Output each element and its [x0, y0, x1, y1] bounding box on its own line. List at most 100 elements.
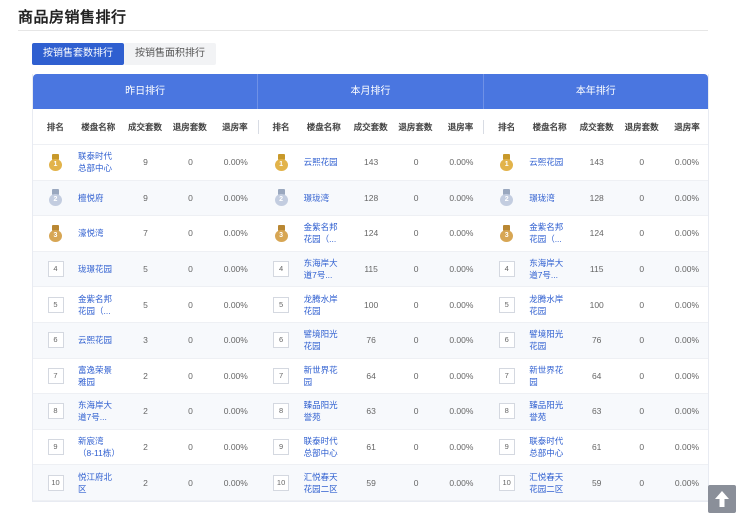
deals-count: 115 — [589, 264, 604, 275]
project-name-link[interactable]: 汇悦春天花园二区 — [304, 465, 349, 500]
rank-number: 8 — [498, 403, 515, 420]
project-name-link[interactable]: 云熙花园 — [78, 323, 123, 358]
project-name-link[interactable]: 龙腾水岸花园 — [304, 287, 349, 322]
project-name-link[interactable]: 东海岸大道7号... — [529, 252, 574, 287]
project-name-link[interactable]: 金紫名邦花园（... — [529, 216, 574, 251]
return-rate: 0.00% — [223, 370, 248, 381]
rank-number: 5 — [273, 296, 290, 313]
deals-count: 3 — [143, 335, 148, 346]
deals-count: 115 — [364, 264, 378, 275]
returns-count: 0 — [413, 442, 419, 453]
project-name-link[interactable]: 悦江府北区 — [78, 465, 123, 500]
return-rate: 0.00% — [223, 406, 248, 417]
row-section: 8 臻品阳光誉苑 63 0 0.00% — [259, 394, 485, 429]
rank-cell: 9 — [484, 430, 529, 465]
return-rate: 0.00% — [674, 299, 700, 310]
table-row: 8 东海岸大道7号... 2 0 0.00% 8 臻品阳光誉苑 63 0 0.00% 8 臻品阳光誉苑… — [33, 394, 708, 430]
rank-cell: 5 — [484, 287, 529, 322]
row-section: 6 譬境阳光花园 76 0 0.00% — [484, 323, 710, 358]
return-rate: 0.00% — [223, 157, 248, 168]
rank-cell: 9 — [259, 430, 304, 465]
rank-number: 10 — [47, 474, 64, 491]
table-row: 6 云熙花园 3 0 0.00% 6 譬境阳光花园 76 0 0.00% 6 譬境阳光花园 76 0 0.0… — [33, 322, 710, 359]
arrow-up-icon — [715, 491, 729, 507]
rank-cell: 2 — [33, 181, 78, 216]
deals-count: 63 — [366, 406, 376, 417]
returns-count: 0 — [188, 228, 193, 239]
deals-count: 59 — [366, 477, 376, 488]
rank-number: 9 — [498, 439, 515, 456]
deals-count: 2 — [143, 370, 148, 381]
rank-number: 7 — [498, 367, 515, 384]
deals-count: 124 — [364, 228, 379, 239]
return-rate: 0.00% — [223, 335, 248, 346]
project-name-link[interactable]: 璟珑湾 — [529, 181, 574, 216]
project-name-link[interactable]: 新宸湾（8-11栋） — [78, 430, 123, 465]
row-section: 4 珑璟花园 5 0 0.00% — [33, 252, 259, 287]
table-row: 2 檀悦府 9 0 0.00% 2 璟珑湾 128 0 0.00% 2 璟珑湾 128 0 0.00% — [33, 180, 708, 217]
rank-cell: 3 — [33, 216, 78, 251]
row-section: 5 龙腾水岸花园 100 0 0.00% — [259, 287, 485, 322]
project-name-link[interactable]: 云熙花园 — [529, 145, 574, 180]
deals-count: 59 — [591, 477, 602, 488]
rank-cell: 2 — [484, 181, 529, 216]
medal-icon: 3 — [274, 224, 288, 242]
rank-cell: 9 — [33, 430, 78, 465]
project-name-link[interactable]: 联泰时代总部中心 — [78, 145, 123, 180]
rank-cell: 7 — [484, 359, 529, 394]
project-name-link[interactable]: 新世界花园 — [304, 359, 349, 394]
project-name-link[interactable]: 金紫名邦花园（... — [78, 287, 123, 322]
table-row: 1 联泰时代总部中心 9 0 0.00% 1 云熙花园 143 0 0.00% 1 云熙花园 143 0 0… — [33, 145, 708, 181]
rank-cell: 5 — [33, 287, 78, 322]
return-rate: 0.00% — [223, 192, 248, 203]
project-name-link[interactable]: 金紫名邦花园（... — [304, 216, 349, 251]
project-name-link[interactable]: 臻品阳光誉苑 — [304, 394, 349, 429]
project-name-link[interactable]: 譬境阳光花园 — [529, 323, 574, 358]
returns-count: 0 — [188, 335, 193, 346]
project-name-link[interactable]: 云熙花园 — [304, 145, 349, 180]
tab-sales-area[interactable]: 按销售面积排行 — [124, 43, 216, 65]
deals-count: 76 — [366, 335, 376, 346]
group-month: 本月排行 — [258, 74, 484, 109]
rank-cell: 3 — [484, 216, 529, 251]
row-section: 7 新世界花园 64 0 0.00% — [259, 359, 485, 394]
return-rate: 0.00% — [449, 477, 474, 488]
project-name-link[interactable]: 新世界花园 — [529, 359, 574, 394]
rank-number: 1 — [274, 158, 288, 171]
project-name-link[interactable]: 臻品阳光誉苑 — [529, 394, 574, 429]
returns-count: 0 — [413, 335, 419, 346]
project-name-link[interactable]: 联泰时代总部中心 — [304, 430, 349, 465]
tab-sales-count[interactable]: 按销售套数排行 — [32, 43, 124, 65]
deals-count: 2 — [143, 442, 148, 453]
rank-number: 10 — [498, 474, 515, 491]
medal-icon: 2 — [49, 189, 62, 207]
row-section: 8 臻品阳光誉苑 63 0 0.00% — [484, 394, 710, 429]
col-rank-header: 排名 — [46, 121, 64, 132]
returns-count: 0 — [188, 370, 193, 381]
project-name-link[interactable]: 珑璟花园 — [78, 252, 123, 287]
return-rate: 0.00% — [674, 477, 700, 488]
rank-cell: 7 — [33, 359, 78, 394]
project-name-link[interactable]: 檀悦府 — [78, 181, 123, 216]
return-rate: 0.00% — [449, 335, 474, 346]
page-title: 商品房销售排行 — [18, 9, 127, 26]
project-name-link[interactable]: 璟珑湾 — [304, 181, 349, 216]
project-name-link[interactable]: 龙腾水岸花园 — [529, 287, 574, 322]
project-name-link[interactable]: 富逸荣景雅园 — [78, 359, 123, 394]
rank-number: 6 — [273, 332, 290, 349]
project-name-link[interactable]: 东海岸大道7号... — [304, 252, 349, 287]
col-rank-header: 排名 — [498, 121, 516, 132]
project-name-link[interactable]: 汇悦春天花园二区 — [529, 465, 574, 500]
project-name-link[interactable]: 联泰时代总部中心 — [529, 430, 574, 465]
rank-number: 5 — [47, 296, 64, 313]
rank-number: 3 — [500, 229, 514, 242]
project-name-link[interactable]: 譬境阳光花园 — [304, 323, 349, 358]
returns-count: 0 — [413, 406, 419, 417]
rank-cell: 8 — [33, 394, 78, 429]
deals-count: 128 — [364, 192, 379, 203]
scroll-to-top-button[interactable] — [708, 485, 736, 513]
project-name-link[interactable]: 东海岸大道7号... — [78, 394, 123, 429]
project-name-link[interactable]: 濠悦湾 — [78, 216, 123, 251]
medal-icon: 1 — [500, 153, 514, 171]
col-rate-header: 退房率 — [447, 121, 474, 132]
